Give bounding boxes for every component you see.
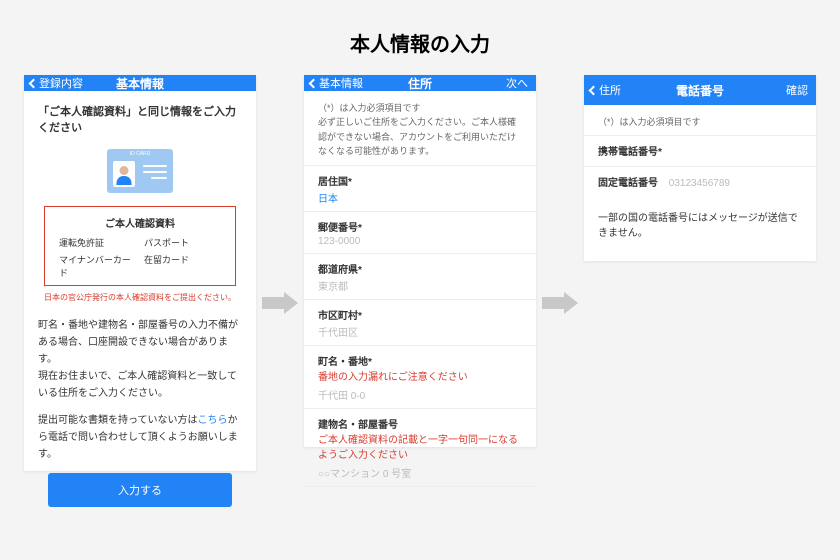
page-title: 本人情報の入力 (0, 0, 840, 75)
field-label: 市区町村* (318, 307, 522, 322)
nav-title: 電話番号 (584, 82, 816, 99)
field-mobile-phone[interactable]: 携帯電話番号* (584, 135, 816, 166)
screen-address: 基本情報 住所 次へ （*）は入力必須項目です 必ず正しいご住所をご入力ください… (304, 75, 536, 447)
nav-next[interactable]: 確認 (786, 82, 808, 98)
field-street[interactable]: 町名・番地* 番地の入力漏れにご注意ください 千代田 0-0 (304, 345, 536, 408)
field-prefecture[interactable]: 都道府県* 東京都 (304, 253, 536, 299)
id-doc-item: 運転免許証 (59, 236, 136, 249)
navbar: 登録内容 基本情報 (24, 75, 256, 91)
nav-next[interactable]: 次へ (506, 75, 528, 91)
field-label: 都道府県* (318, 261, 522, 276)
navbar: 基本情報 住所 次へ (304, 75, 536, 91)
field-placeholder: 東京都 (318, 278, 522, 293)
gov-issued-note: 日本の官公庁発行の本人確認資料をご提出ください。 (38, 292, 242, 303)
id-doc-item: 在留カード (144, 253, 221, 279)
screen-body: 「ご本人確認資料」と同じ情報をご入力ください ご本人確認資料 運転免許証 パスポ… (24, 91, 256, 519)
sms-limitation-note: 一部の国の電話番号にはメッセージが送信できません。 (584, 195, 816, 253)
id-documents-title: ご本人確認資料 (53, 215, 227, 230)
arrow-right-icon (542, 292, 578, 314)
instruction-text: 「ご本人確認資料」と同じ情報をご入力ください (38, 103, 242, 135)
field-city[interactable]: 市区町村* 千代田区 (304, 299, 536, 345)
id-doc-item: パスポート (144, 236, 221, 249)
navbar: 住所 電話番号 確認 (584, 75, 816, 105)
arrow-right-icon (262, 292, 298, 314)
field-placeholder: 03123456789 (669, 178, 730, 189)
submit-button[interactable]: 入力する (48, 473, 232, 507)
field-placeholder: 千代田区 (318, 324, 522, 339)
nav-title: 基本情報 (24, 75, 256, 92)
field-label: 携帯電話番号* (598, 143, 802, 158)
contact-text: 提出可能な書類を持っていない方はこちらから電話で問い合わせして頂くようお願いしま… (38, 412, 242, 463)
field-value: 日本 (318, 190, 522, 205)
field-zip[interactable]: 郵便番号* 123-0000 (304, 211, 536, 253)
id-documents-box: ご本人確認資料 運転免許証 パスポート マイナンバーカード 在留カード (44, 206, 236, 286)
field-placeholder: 123-0000 (318, 236, 522, 247)
field-label: 郵便番号* (318, 219, 522, 234)
contact-link[interactable]: こちら (198, 415, 228, 426)
field-label: 町名・番地* (318, 353, 522, 368)
field-warning: ご本人確認資料の記載と一字一句同一になるようご入力ください (318, 433, 522, 463)
address-caution-text: 町名・番地や建物名・部屋番号の入力不備がある場合、口座開設できない場合があります… (38, 317, 242, 402)
field-label: 固定電話番号 (598, 178, 658, 189)
field-label: 居住国* (318, 173, 522, 188)
field-placeholder: 千代田 0-0 (318, 387, 522, 402)
screen-phone-number: 住所 電話番号 確認 （*）は入力必須項目です 携帯電話番号* 固定電話番号 0… (584, 75, 816, 261)
screen-basic-info: 登録内容 基本情報 「ご本人確認資料」と同じ情報をご入力ください ご本人確認資料… (24, 75, 256, 471)
field-country[interactable]: 居住国* 日本 (304, 165, 536, 211)
id-card-illustration (38, 149, 242, 196)
field-landline-phone[interactable]: 固定電話番号 03123456789 (584, 166, 816, 195)
contact-text-a: 提出可能な書類を持っていない方は (38, 415, 198, 426)
field-label: 建物名・部屋番号 (318, 416, 522, 431)
nav-title: 住所 (304, 75, 536, 92)
screens-row: 登録内容 基本情報 「ご本人確認資料」と同じ情報をご入力ください ご本人確認資料… (0, 75, 840, 471)
id-doc-item: マイナンバーカード (59, 253, 136, 279)
required-note: （*）は入力必須項目です (584, 105, 816, 135)
field-placeholder: ○○マンション 0 号室 (318, 465, 522, 480)
field-building[interactable]: 建物名・部屋番号 ご本人確認資料の記載と一字一句同一になるようご入力ください ○… (304, 408, 536, 487)
required-note: （*）は入力必須項目です 必ず正しいご住所をご入力ください。ご本人様確認ができな… (304, 91, 536, 165)
id-card-icon (107, 149, 173, 193)
field-warning: 番地の入力漏れにご注意ください (318, 370, 522, 385)
